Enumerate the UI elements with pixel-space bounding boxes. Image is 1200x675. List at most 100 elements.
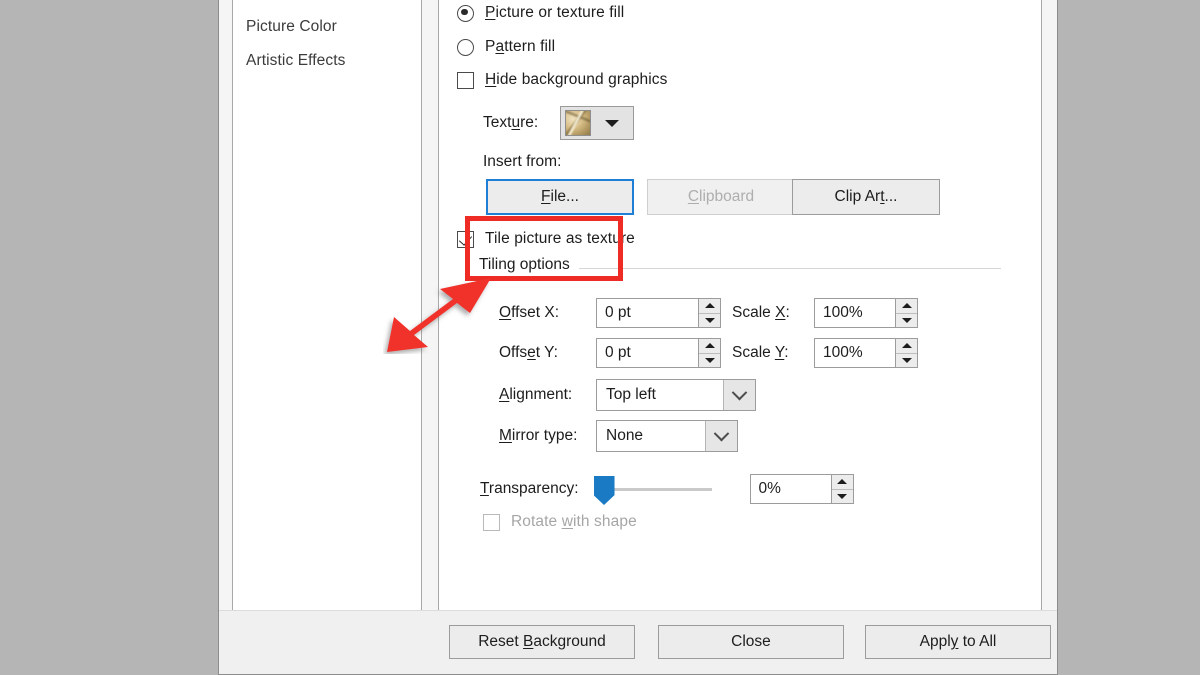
radio-picture-or-texture-fill-icon[interactable] bbox=[457, 4, 474, 22]
checkbox-hide-background-graphics-icon[interactable] bbox=[457, 71, 474, 89]
checkbox-tile-picture-as-texture-icon[interactable] bbox=[457, 230, 474, 248]
mirror-type-dropdown-button[interactable] bbox=[705, 421, 737, 451]
checkbox-tile-picture-as-texture-label: Tile picture as texture bbox=[485, 230, 635, 247]
reset-background-button[interactable]: Reset Background bbox=[449, 625, 635, 659]
tiling-options-group-label: Tiling options bbox=[479, 256, 579, 274]
mirror-type-value: None bbox=[606, 427, 644, 444]
scale-y-value[interactable]: 100% bbox=[815, 339, 895, 367]
triangle-down-icon bbox=[901, 317, 912, 323]
mirror-type-select[interactable]: None bbox=[596, 420, 738, 452]
insert-from-clipboard-label: Clipboard bbox=[687, 188, 755, 205]
scale-y-spin-up[interactable] bbox=[896, 339, 917, 354]
alignment-select[interactable]: Top left bbox=[596, 379, 756, 411]
close-button[interactable]: Close bbox=[658, 625, 844, 659]
triangle-up-icon bbox=[901, 303, 912, 309]
sidebar-item-label: Picture Corrections bbox=[246, 0, 380, 1]
offset-y-spin-down[interactable] bbox=[699, 354, 720, 368]
insert-from-clipart-label: Clip Art... bbox=[834, 188, 898, 205]
close-label: Close bbox=[731, 633, 771, 650]
checkbox-row-hide-background-graphics[interactable]: Hide background graphics bbox=[457, 71, 668, 89]
checkbox-rotate-with-shape-label: Rotate with shape bbox=[511, 513, 637, 530]
transparency-label: Transparency: bbox=[480, 480, 579, 497]
sidebar-item-picture-color[interactable]: Picture Color bbox=[246, 18, 337, 36]
radio-pattern-fill-icon[interactable] bbox=[457, 38, 474, 56]
triangle-up-icon bbox=[704, 343, 715, 349]
offset-x-spin-buttons[interactable] bbox=[698, 299, 720, 327]
radio-row-pattern-fill[interactable]: Pattern fill bbox=[457, 38, 555, 56]
checkbox-row-rotate-with-shape[interactable]: Rotate with shape bbox=[483, 513, 637, 531]
texture-swatch-icon bbox=[565, 110, 592, 136]
insert-from-file-label: File... bbox=[541, 188, 579, 205]
transparency-slider[interactable] bbox=[593, 476, 712, 505]
sidebar-item-artistic-effects[interactable]: Artistic Effects bbox=[246, 52, 346, 70]
offset-x-value[interactable]: 0 pt bbox=[597, 299, 698, 327]
scale-y-stepper[interactable]: 100% bbox=[814, 338, 918, 368]
triangle-down-icon bbox=[704, 357, 715, 363]
dialog-content-panel: Solid fill Gradient fill Picture or text… bbox=[438, 0, 1042, 611]
field-row-scale-y: Scale Y: 100% bbox=[732, 338, 918, 368]
checkbox-row-tile-picture-as-texture[interactable]: Tile picture as texture bbox=[457, 230, 635, 248]
chevron-down-icon bbox=[731, 384, 748, 400]
dialog-footer: Reset Background Close Apply to All bbox=[219, 610, 1057, 674]
offset-x-label: Offset X: bbox=[499, 304, 560, 321]
field-row-offset-y: Offset Y: 0 pt bbox=[499, 338, 721, 368]
annotation-arrow-icon bbox=[387, 278, 491, 352]
radio-row-picture-or-texture-fill[interactable]: Picture or texture fill bbox=[457, 4, 624, 22]
scale-x-spin-buttons[interactable] bbox=[895, 299, 917, 327]
scale-x-stepper[interactable]: 100% bbox=[814, 298, 918, 328]
texture-row: Texture: bbox=[483, 106, 635, 140]
field-row-scale-x: Scale X: 100% bbox=[732, 298, 918, 328]
triangle-down-icon bbox=[901, 357, 912, 363]
offset-y-spin-buttons[interactable] bbox=[698, 339, 720, 367]
field-row-mirror-type: Mirror type: None bbox=[499, 420, 738, 452]
apply-to-all-button[interactable]: Apply to All bbox=[865, 625, 1051, 659]
scale-y-spin-buttons[interactable] bbox=[895, 339, 917, 367]
transparency-value[interactable]: 0% bbox=[750, 475, 831, 503]
scale-x-spin-up[interactable] bbox=[896, 299, 917, 314]
sidebar-item-picture-corrections[interactable]: Picture Corrections bbox=[246, 0, 380, 2]
checkbox-hide-background-graphics-label: Hide background graphics bbox=[485, 71, 668, 88]
triangle-down-icon bbox=[837, 493, 848, 499]
triangle-up-icon bbox=[901, 343, 912, 349]
transparency-slider-handle[interactable] bbox=[593, 476, 615, 505]
insert-from-clipart-button[interactable]: Clip Art... bbox=[792, 179, 940, 215]
checkbox-rotate-with-shape-icon[interactable] bbox=[483, 513, 500, 531]
offset-y-value[interactable]: 0 pt bbox=[597, 339, 698, 367]
chevron-down-icon[interactable] bbox=[605, 119, 620, 127]
scale-x-value[interactable]: 100% bbox=[815, 299, 895, 327]
triangle-up-icon bbox=[837, 479, 848, 485]
texture-picker-dropdown[interactable] bbox=[560, 106, 635, 140]
sidebar-item-label: Artistic Effects bbox=[246, 52, 346, 69]
transparency-spin-down[interactable] bbox=[832, 490, 853, 504]
alignment-label: Alignment: bbox=[499, 386, 573, 403]
scale-x-label: Scale X: bbox=[732, 304, 790, 321]
offset-x-spin-up[interactable] bbox=[699, 299, 720, 314]
format-background-dialog: Picture Corrections Picture Color Artist… bbox=[218, 0, 1058, 675]
offset-y-label: Offset Y: bbox=[499, 344, 558, 361]
apply-to-all-label: Apply to All bbox=[919, 633, 997, 650]
alignment-dropdown-button[interactable] bbox=[723, 380, 755, 410]
scale-y-label: Scale Y: bbox=[732, 344, 789, 361]
dialog-body: Picture Corrections Picture Color Artist… bbox=[219, 0, 1057, 674]
triangle-down-icon bbox=[704, 317, 715, 323]
insert-from-clipboard-button[interactable]: Clipboard bbox=[647, 179, 795, 215]
offset-x-stepper[interactable]: 0 pt bbox=[596, 298, 721, 328]
insert-from-label: Insert from: bbox=[483, 153, 562, 170]
scale-x-spin-down[interactable] bbox=[896, 314, 917, 328]
offset-y-spin-up[interactable] bbox=[699, 339, 720, 354]
insert-from-file-button[interactable]: File... bbox=[486, 179, 634, 215]
mirror-type-label: Mirror type: bbox=[499, 427, 578, 444]
transparency-row: Transparency: 0% bbox=[480, 474, 854, 505]
offset-x-spin-down[interactable] bbox=[699, 314, 720, 328]
scale-y-spin-down[interactable] bbox=[896, 354, 917, 368]
texture-label: Texture: bbox=[483, 114, 539, 131]
offset-y-stepper[interactable]: 0 pt bbox=[596, 338, 721, 368]
field-row-alignment: Alignment: Top left bbox=[499, 379, 756, 411]
radio-pattern-fill-label: Pattern fill bbox=[485, 38, 556, 55]
transparency-spin-buttons[interactable] bbox=[830, 475, 853, 504]
radio-picture-or-texture-fill-label: Picture or texture fill bbox=[485, 4, 625, 21]
sidebar-item-label: Picture Color bbox=[246, 18, 337, 35]
transparency-stepper[interactable]: 0% bbox=[749, 474, 854, 504]
transparency-slider-track[interactable] bbox=[603, 488, 712, 491]
transparency-spin-up[interactable] bbox=[831, 475, 853, 490]
